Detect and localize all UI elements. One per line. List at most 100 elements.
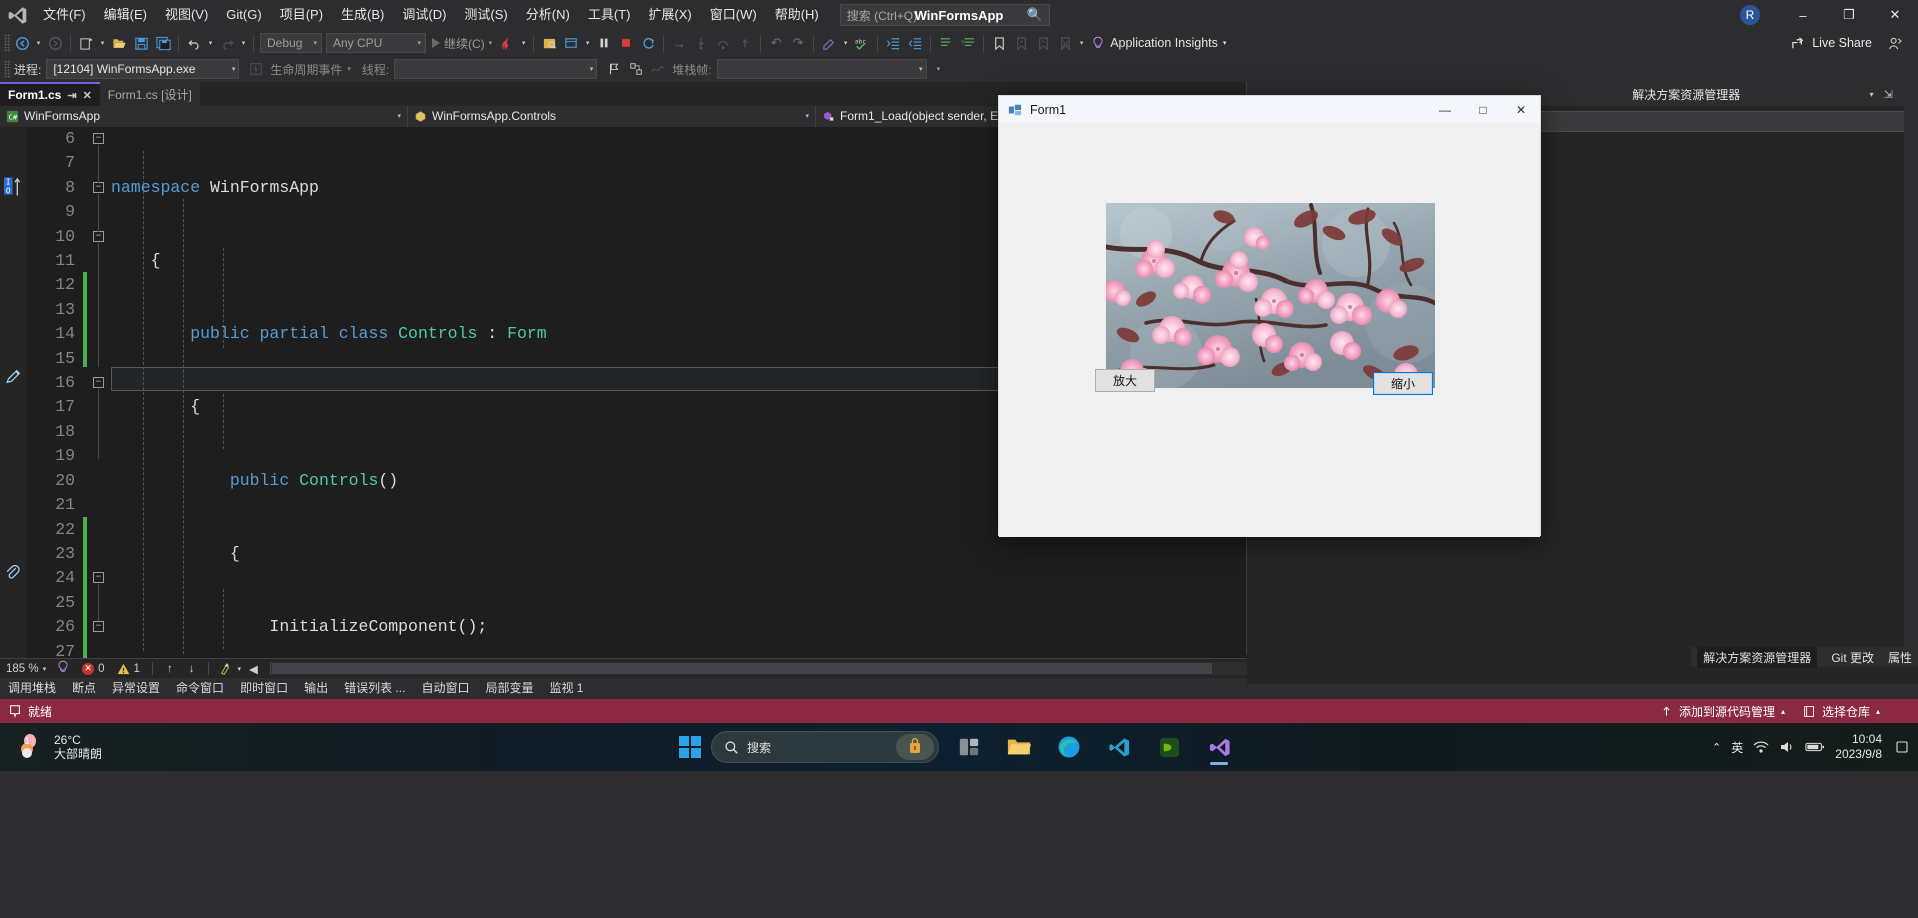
save-all-icon[interactable] [152, 32, 174, 54]
navbar-type-dropdown[interactable]: WinFormsApp.Controls ▾ [408, 105, 816, 127]
step-over-icon[interactable] [712, 32, 734, 54]
menu-item-edit[interactable]: 编辑(E) [95, 0, 156, 30]
increase-indent-icon[interactable] [882, 32, 904, 54]
menu-item-git[interactable]: Git(G) [217, 0, 270, 30]
toggle-bookmark-icon[interactable] [988, 32, 1010, 54]
solution-platform-combo[interactable]: Any CPU ▾ [326, 33, 426, 53]
new-project-icon[interactable] [75, 32, 97, 54]
application-insights-button[interactable]: Application Insights ▾ [1087, 36, 1230, 50]
right-tab-solution-explorer[interactable]: 解决方案资源管理器 [1697, 646, 1818, 668]
solution-configuration-combo[interactable]: Debug ▾ [260, 33, 322, 53]
select-repository-button[interactable]: 选择仓库 ▴ [1803, 703, 1910, 720]
previous-bookmark-nav-icon[interactable]: ↶ [765, 32, 787, 54]
weather-widget[interactable]: 1 26°C 大部晴朗 [0, 732, 102, 762]
toolbar-grip[interactable] [4, 34, 11, 52]
flag-icon[interactable] [603, 58, 625, 80]
previous-bookmark-icon[interactable] [1010, 32, 1032, 54]
scroll-left-arrow[interactable]: ◀ [245, 662, 262, 676]
pin-window-icon[interactable]: ⇲ [1884, 88, 1893, 101]
taskbar-app-visual-studio[interactable] [1199, 727, 1239, 767]
break-all-icon[interactable] [593, 32, 615, 54]
form1-window[interactable]: Form1 — □ ✕ 放大 缩小 [998, 95, 1541, 537]
dock-tab-error-list[interactable]: 错误列表 ... [336, 678, 413, 699]
battery-icon[interactable] [1805, 741, 1825, 753]
restart-debugging-icon[interactable] [637, 32, 659, 54]
step-out-icon[interactable] [734, 32, 756, 54]
fold-toggle-ctor[interactable]: − [93, 231, 104, 242]
network-icon[interactable] [1753, 740, 1769, 754]
taskbar-app-edge[interactable] [1049, 727, 1089, 767]
zoom-in-button[interactable]: 放大 [1095, 369, 1155, 392]
taskbar-app-file-explorer[interactable] [999, 727, 1039, 767]
taskbar-app-vscode[interactable] [1099, 727, 1139, 767]
open-file-icon[interactable] [108, 32, 130, 54]
threads-view-icon[interactable] [647, 58, 669, 80]
breakpoints-caret-icon[interactable]: ▾ [582, 39, 593, 47]
comment-block-icon[interactable] [935, 32, 957, 54]
next-issue-icon[interactable]: ↓ [181, 663, 203, 675]
menu-item-project[interactable]: 项目(P) [271, 0, 332, 30]
dock-tab-output[interactable]: 输出 [296, 678, 336, 699]
navigate-forward-icon[interactable] [44, 32, 66, 54]
navigate-backward-caret-icon[interactable]: ▾ [33, 39, 44, 47]
fold-toggle-formload[interactable]: − [93, 377, 104, 388]
process-combo[interactable]: [12104] WinFormsApp.exe ▾ [46, 59, 240, 79]
redo-caret-icon[interactable]: ▾ [238, 39, 249, 47]
quick-launch-search[interactable]: 搜索 (Ctrl+Q) 🔍 [839, 4, 1050, 26]
menu-item-test[interactable]: 测试(S) [455, 0, 516, 30]
menu-item-file[interactable]: 文件(F) [34, 0, 95, 30]
thread-combo[interactable]: ▾ [394, 59, 598, 79]
notification-center-icon[interactable] [1896, 740, 1908, 754]
live-share-button[interactable]: Live Share [1791, 36, 1872, 51]
add-to-source-control-button[interactable]: 添加到源代码管理 ▴ [1660, 703, 1785, 720]
tab-form1-cs-designer[interactable]: Form1.cs [设计] [99, 82, 200, 106]
dropdown-icon[interactable]: ▾ [1870, 90, 1874, 99]
volume-icon[interactable] [1779, 740, 1795, 754]
lifecycle-events-icon[interactable] [245, 58, 267, 80]
right-tab-properties[interactable]: 属性 [1888, 649, 1912, 666]
search-highlight-pill[interactable] [896, 734, 934, 760]
dock-tab-locals[interactable]: 局部变量 [477, 678, 541, 699]
fold-toggle-if[interactable]: − [93, 621, 104, 632]
step-into-specific-icon[interactable] [538, 32, 560, 54]
account-avatar[interactable]: R [1740, 5, 1760, 25]
tray-overflow-icon[interactable]: ⌃ [1712, 741, 1721, 754]
pin-icon[interactable]: ⇥ [67, 89, 76, 102]
tab-form1-cs[interactable]: Form1.cs ⇥ ✕ [0, 82, 100, 106]
menu-item-window[interactable]: 窗口(W) [701, 0, 766, 30]
feedback-icon[interactable] [1884, 32, 1906, 54]
breakpoints-window-icon[interactable] [560, 32, 582, 54]
close-button[interactable]: ✕ [1872, 0, 1918, 30]
zoom-level-combo[interactable]: 185 % ▾ [0, 663, 50, 675]
zoom-out-button[interactable]: 缩小 [1373, 372, 1433, 395]
new-project-caret-icon[interactable]: ▾ [97, 39, 108, 47]
warning-count[interactable]: 1 [111, 663, 146, 675]
picture-box[interactable] [1106, 203, 1435, 388]
dock-tab-call-stack[interactable]: 调用堆栈 [0, 678, 64, 699]
taskbar-app-widgets[interactable] [949, 727, 989, 767]
form1-minimize-button[interactable]: — [1426, 96, 1464, 123]
autohide-tab-strip[interactable] [1904, 82, 1918, 655]
show-next-statement-icon[interactable]: → [668, 32, 690, 54]
error-count[interactable]: ✕ 0 [76, 662, 110, 675]
dock-tab-breakpoints[interactable]: 断点 [64, 678, 104, 699]
fold-toggle-class[interactable]: − [93, 182, 104, 193]
dock-tab-autos[interactable]: 自动窗口 [413, 678, 477, 699]
undo-icon[interactable] [183, 32, 205, 54]
undo-caret-icon[interactable]: ▾ [205, 39, 216, 47]
stop-debugging-icon[interactable] [615, 32, 637, 54]
menu-item-view[interactable]: 视图(V) [156, 0, 217, 30]
hot-reload-caret-icon[interactable]: ▾ [518, 39, 529, 47]
form1-close-button[interactable]: ✕ [1502, 96, 1540, 123]
next-bookmark-icon-2[interactable] [1032, 32, 1054, 54]
fold-toggle-namespace[interactable]: − [93, 133, 104, 144]
stackframe-combo[interactable]: ▾ [716, 59, 927, 79]
comment-caret-icon[interactable]: ▾ [840, 39, 851, 47]
menu-item-debug[interactable]: 调试(D) [393, 0, 455, 30]
dock-tab-command-window[interactable]: 命令窗口 [168, 678, 232, 699]
form1-maximize-button[interactable]: □ [1464, 96, 1502, 123]
horizontal-scroll-thumb[interactable] [271, 663, 1212, 674]
taskbar-clock[interactable]: 10:04 2023/9/8 [1835, 732, 1886, 762]
taskbar-search[interactable]: 搜索 [711, 731, 939, 763]
navbar-project-dropdown[interactable]: C# WinFormsApp ▾ [0, 105, 408, 127]
